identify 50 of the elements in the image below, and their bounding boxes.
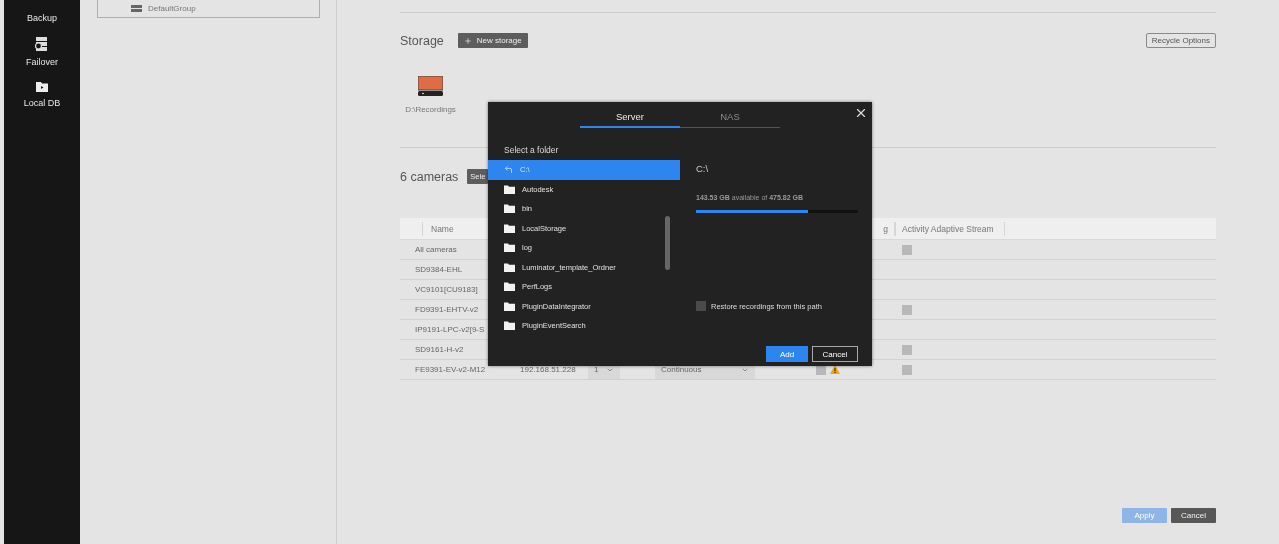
folder-icon (504, 243, 515, 253)
storage-label: D:\Recordings (405, 105, 456, 114)
tab[interactable]: Server (580, 106, 680, 128)
storage-title: Storage (400, 33, 444, 48)
checkbox[interactable] (902, 244, 912, 255)
column-header: Name (422, 221, 454, 236)
plus-icon (463, 36, 472, 45)
sidebar-label[interactable]: Backup (27, 13, 57, 23)
folder-icon (504, 262, 515, 272)
server-icon[interactable] (35, 37, 49, 51)
ip-address: 192.168.51.228 (520, 365, 576, 374)
storage-drive-icon[interactable] (418, 76, 443, 96)
camera-name: SD9161-H-v2 (415, 345, 464, 354)
camera-name: FE9391-EV-v2-M12 (415, 365, 486, 374)
add-button[interactable]: Add (766, 346, 808, 362)
column-header: g (883, 221, 895, 236)
folder-icon (504, 223, 515, 233)
column-header: Activity Adaptive Stream (895, 221, 1005, 236)
camera-name: All cameras (415, 245, 457, 254)
folder-icon (504, 301, 515, 311)
server-icon (131, 5, 142, 12)
camera-name: IP9191-LPC-v2[9-S (415, 325, 485, 334)
camera-name: VC9101[CU9183] (415, 285, 478, 294)
selected-path: C:\ (696, 163, 710, 174)
scrollbar[interactable] (665, 216, 670, 270)
checkbox[interactable] (902, 304, 912, 315)
folder-icon (504, 204, 515, 214)
sidebar-label[interactable]: Failover (26, 57, 58, 67)
camera-name: FD9391-EHTV-v2 (415, 305, 479, 314)
checkbox[interactable] (816, 364, 826, 375)
folder-icon (504, 282, 515, 292)
cancel-button[interactable]: Cancel (812, 346, 858, 362)
tab[interactable]: NAS (680, 106, 780, 128)
close-button[interactable] (854, 106, 868, 120)
camera-name: SD9384-EHL (415, 265, 463, 274)
recycle-options-button[interactable]: Recycle Options (1145, 33, 1216, 48)
folder-icon (504, 184, 515, 194)
cancel-button[interactable]: Cancel (1171, 508, 1216, 523)
cameras-title: 6 cameras (400, 169, 459, 184)
checkbox[interactable] (902, 344, 912, 355)
select-folder-prompt: Select a folder (503, 144, 560, 157)
folder-icon[interactable] (36, 81, 48, 92)
checkbox[interactable] (696, 301, 706, 311)
sidebar-label[interactable]: Local DB (23, 98, 61, 108)
folder-icon (504, 321, 515, 331)
new-storage-button[interactable]: New storage (457, 33, 528, 48)
group-label: DefaultGroup (148, 4, 196, 13)
back-arrow-icon (504, 165, 513, 175)
checkbox[interactable] (902, 364, 912, 375)
group-item[interactable]: DefaultGroup (97, 0, 320, 18)
